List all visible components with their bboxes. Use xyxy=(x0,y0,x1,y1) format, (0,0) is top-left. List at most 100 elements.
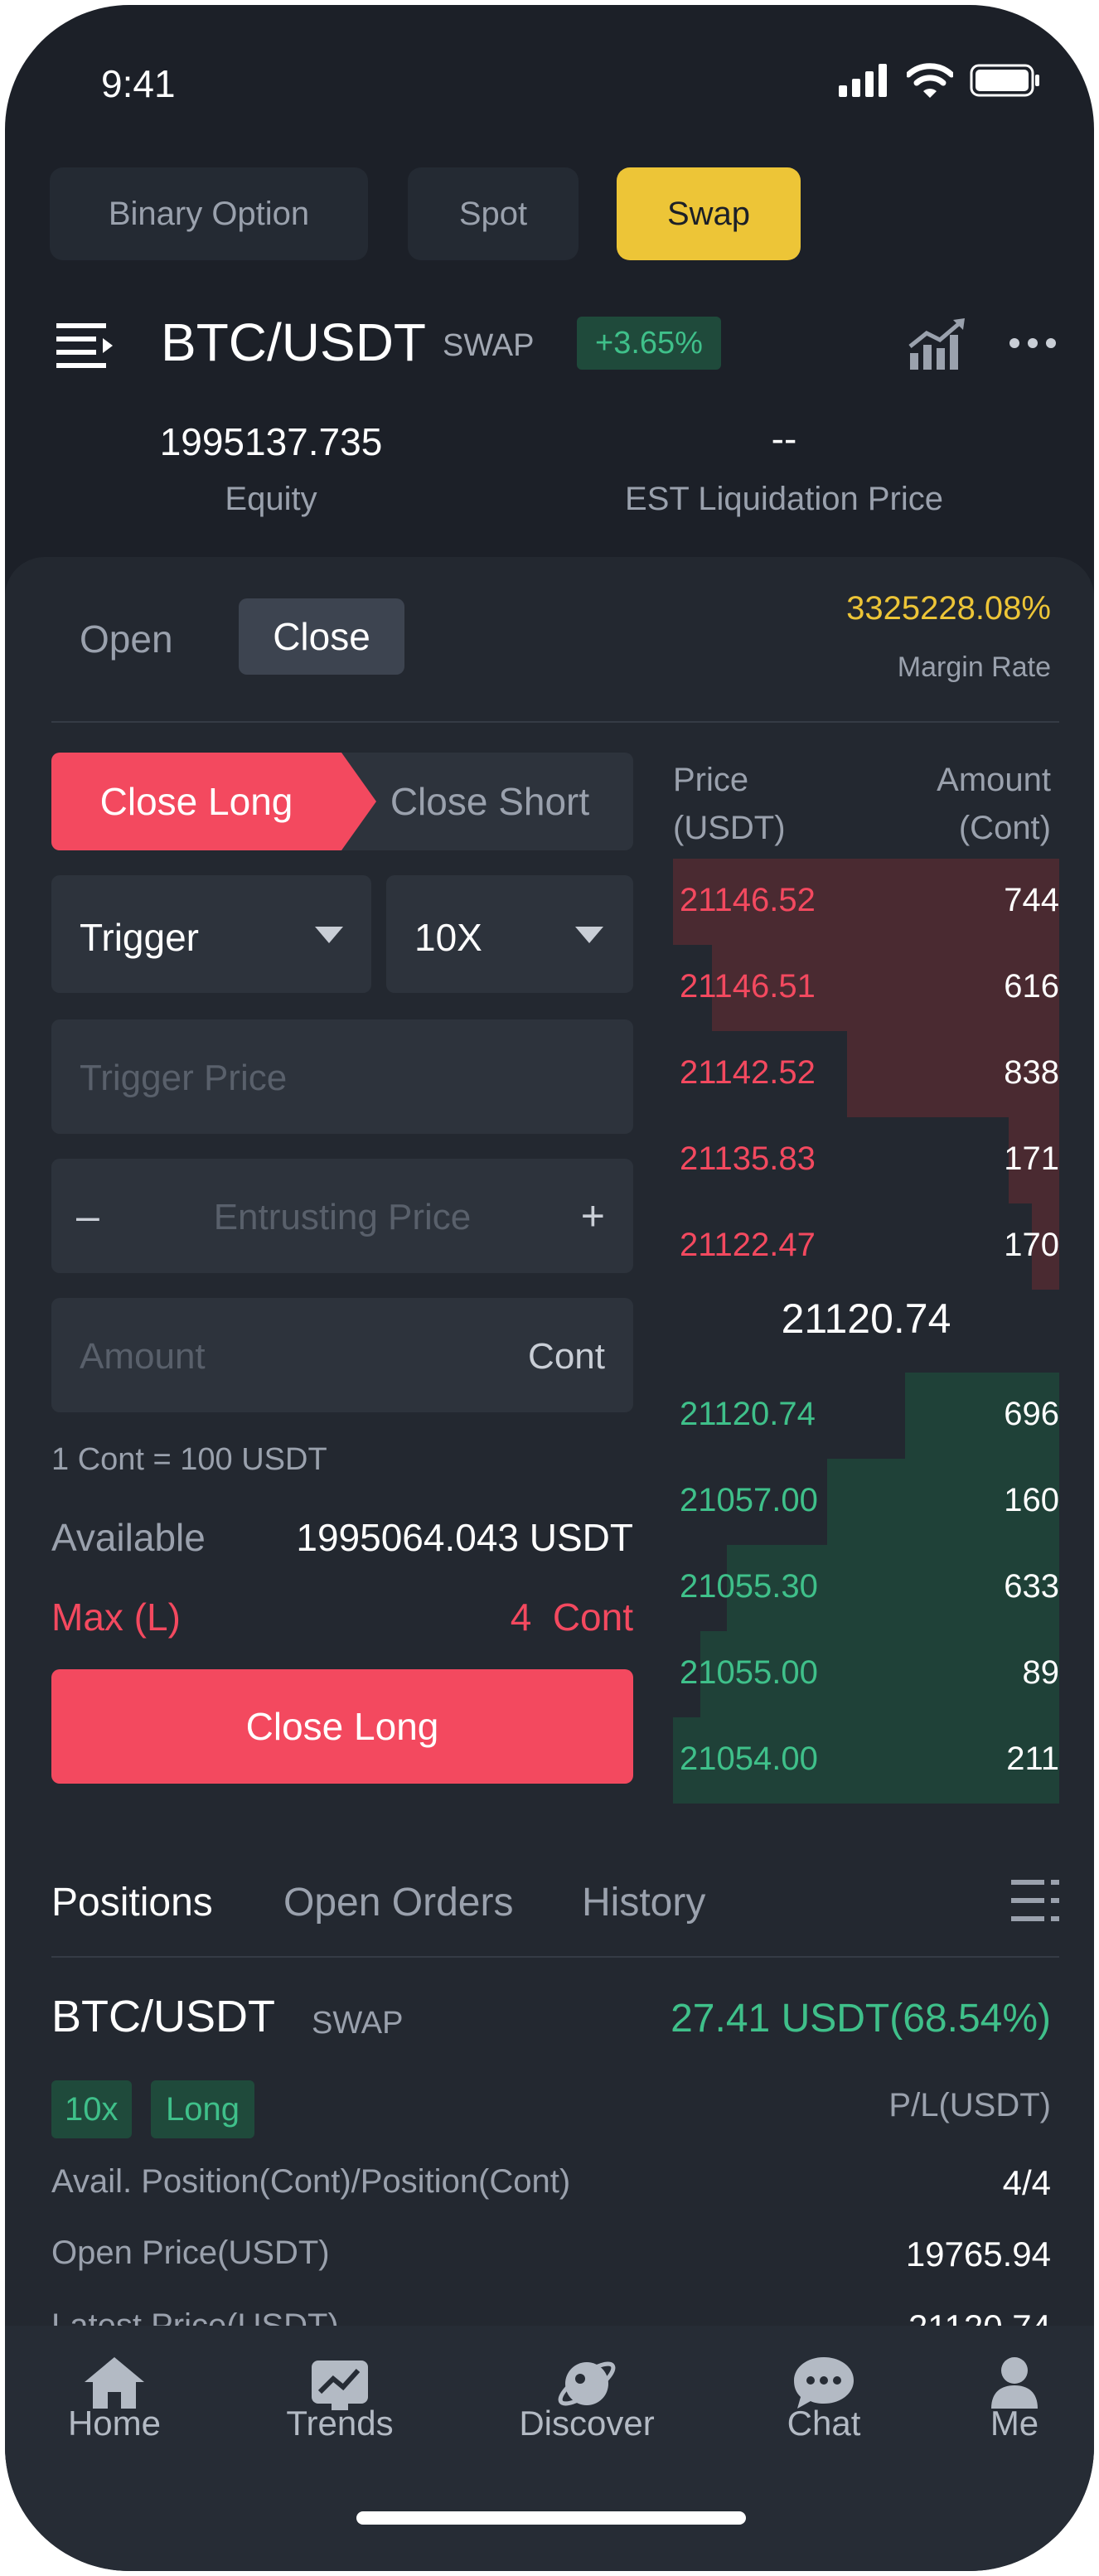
orderbook-row[interactable]: 21146.51 616 xyxy=(673,945,1059,1031)
cellular-signal-icon xyxy=(839,64,887,97)
orderbook-amount-header: Amount (Cont) xyxy=(937,762,1051,846)
equity-label: Equity xyxy=(225,481,317,517)
chevron-down-icon xyxy=(315,927,343,943)
close-long-tab[interactable]: Close Long xyxy=(51,753,341,850)
orderbook-amount: 838 xyxy=(1004,1054,1059,1091)
tab-history[interactable]: History xyxy=(582,1880,705,1925)
leverage-badge: 10x xyxy=(51,2080,132,2138)
leverage-select[interactable]: 10X xyxy=(386,875,633,993)
orderbook-amount: 211 xyxy=(1006,1741,1059,1777)
divider xyxy=(51,1956,1059,1958)
plus-button[interactable]: + xyxy=(581,1192,605,1240)
position-pair-type: SWAP xyxy=(312,2006,404,2041)
nav-discover[interactable]: Discover xyxy=(504,2404,670,2443)
orderbook-amount: 160 xyxy=(1004,1482,1059,1518)
orderbook-row[interactable]: 21122.47 170 xyxy=(673,1203,1059,1290)
orderbook-row[interactable]: 21135.83 171 xyxy=(673,1117,1059,1203)
bottom-nav xyxy=(5,2326,1094,2571)
chevron-down-icon xyxy=(575,927,603,943)
trigger-price-placeholder: Trigger Price xyxy=(80,1058,288,1098)
phone-screen: 9:41 Binary Option Spot Swap BTC/USDT SW… xyxy=(5,5,1094,2571)
change-badge: +3.65% xyxy=(577,317,721,370)
tab-open-orders[interactable]: Open Orders xyxy=(283,1880,513,1925)
order-type-value: Trigger xyxy=(80,916,199,959)
position-pair: BTC/USDT xyxy=(51,1992,275,2041)
status-time: 9:41 xyxy=(101,62,176,105)
orderbook-row[interactable]: 21055.30 633 xyxy=(673,1545,1059,1631)
more-icon[interactable] xyxy=(1008,337,1058,354)
leverage-value: 10X xyxy=(414,916,482,959)
trigger-price-input[interactable]: Trigger Price xyxy=(51,1019,633,1134)
tab-spot[interactable]: Spot xyxy=(408,167,579,260)
nav-home[interactable]: Home xyxy=(31,2404,197,2443)
orderbook-price: 21054.00 xyxy=(680,1741,818,1777)
orderbook-mid-price: 21120.74 xyxy=(781,1295,951,1342)
wifi-icon xyxy=(907,63,953,98)
orderbook-row[interactable]: 21055.00 89 xyxy=(673,1631,1059,1717)
orderbook-price: 21055.30 xyxy=(680,1568,818,1605)
available-label: Available xyxy=(51,1516,206,1559)
orderbook-amount: 89 xyxy=(1022,1654,1060,1691)
close-long-button[interactable]: Close Long xyxy=(51,1669,633,1784)
divider xyxy=(51,721,1059,723)
orderbook-amount: 633 xyxy=(1004,1568,1059,1605)
order-type-select[interactable]: Trigger xyxy=(51,875,371,993)
tab-positions[interactable]: Positions xyxy=(51,1880,213,1925)
position-pnl-value: 27.41 USDT(68.54%) xyxy=(671,1997,1051,2041)
orderbook-amount: 744 xyxy=(1004,882,1059,918)
margin-rate-value: 3325228.08% xyxy=(846,590,1051,627)
orderbook-amount: 696 xyxy=(1004,1396,1059,1432)
orderbook-price-header: Price (USDT) xyxy=(673,762,786,846)
side-badge: Long xyxy=(151,2080,254,2138)
tab-open[interactable]: Open xyxy=(80,617,173,661)
tab-binary-option[interactable]: Binary Option xyxy=(50,167,368,260)
close-short-tab[interactable]: Close Short xyxy=(353,753,627,850)
pair-type: SWAP xyxy=(443,328,535,363)
orderbook-row[interactable]: 21142.52 838 xyxy=(673,1031,1059,1117)
max-label: Max (L) xyxy=(51,1595,181,1639)
orderbook-price: 21057.00 xyxy=(680,1482,818,1518)
orderbook-price: 21120.74 xyxy=(680,1396,816,1432)
amount-unit: Cont xyxy=(528,1336,605,1377)
orderbook-amount: 170 xyxy=(1004,1227,1059,1263)
home-indicator[interactable] xyxy=(356,2511,746,2525)
orderbook-row[interactable]: 21146.52 744 xyxy=(673,859,1059,945)
pair-title[interactable]: BTC/USDT xyxy=(161,312,426,373)
menu-icon[interactable] xyxy=(55,322,116,372)
orderbook-price: 21146.52 xyxy=(680,882,816,918)
row-value: 4/4 xyxy=(1002,2163,1051,2202)
row-label: Open Price(USDT) xyxy=(51,2235,330,2271)
battery-icon xyxy=(970,64,1039,97)
amount-placeholder: Amount xyxy=(80,1336,206,1377)
liquidation-price-label: EST Liquidation Price xyxy=(625,481,943,517)
orderbook-price: 21142.52 xyxy=(680,1054,816,1091)
available-value: 1995064.043 USDT xyxy=(296,1516,633,1559)
row-label: Avail. Position(Cont)/Position(Cont) xyxy=(51,2163,571,2200)
orderbook-price: 21135.83 xyxy=(680,1140,816,1177)
orderbook-amount: 171 xyxy=(1004,1140,1059,1177)
orderbook-price: 21122.47 xyxy=(680,1227,816,1263)
nav-chat[interactable]: Chat xyxy=(741,2404,907,2443)
entrust-price-input[interactable]: – Entrusting Price + xyxy=(51,1159,633,1273)
orderbook-row[interactable]: 21054.00 211 xyxy=(673,1717,1059,1804)
list-settings-icon[interactable] xyxy=(1011,1880,1059,1921)
chart-icon[interactable] xyxy=(907,317,968,374)
row-value: 19765.94 xyxy=(905,2235,1051,2273)
max-value: 4 Cont xyxy=(510,1595,633,1639)
position-pnl-label: P/L(USDT) xyxy=(888,2087,1051,2123)
nav-me[interactable]: Me xyxy=(932,2404,1094,2443)
orderbook-row[interactable]: 21120.74 696 xyxy=(673,1373,1059,1459)
tab-swap[interactable]: Swap xyxy=(617,167,801,260)
equity-value: 1995137.735 xyxy=(159,420,383,463)
orderbook-price: 21146.51 xyxy=(680,968,816,1005)
cont-note: 1 Cont = 100 USDT xyxy=(51,1442,327,1477)
orderbook-price: 21055.00 xyxy=(680,1654,818,1691)
tab-close[interactable]: Close xyxy=(239,598,404,675)
status-icons xyxy=(837,63,1041,98)
liquidation-price-value: -- xyxy=(771,417,797,460)
entrust-price-placeholder: Entrusting Price xyxy=(213,1197,472,1237)
nav-trends[interactable]: Trends xyxy=(257,2404,423,2443)
margin-rate-label: Margin Rate xyxy=(897,651,1051,683)
orderbook-row[interactable]: 21057.00 160 xyxy=(673,1459,1059,1545)
amount-input[interactable]: Amount Cont xyxy=(51,1298,633,1412)
